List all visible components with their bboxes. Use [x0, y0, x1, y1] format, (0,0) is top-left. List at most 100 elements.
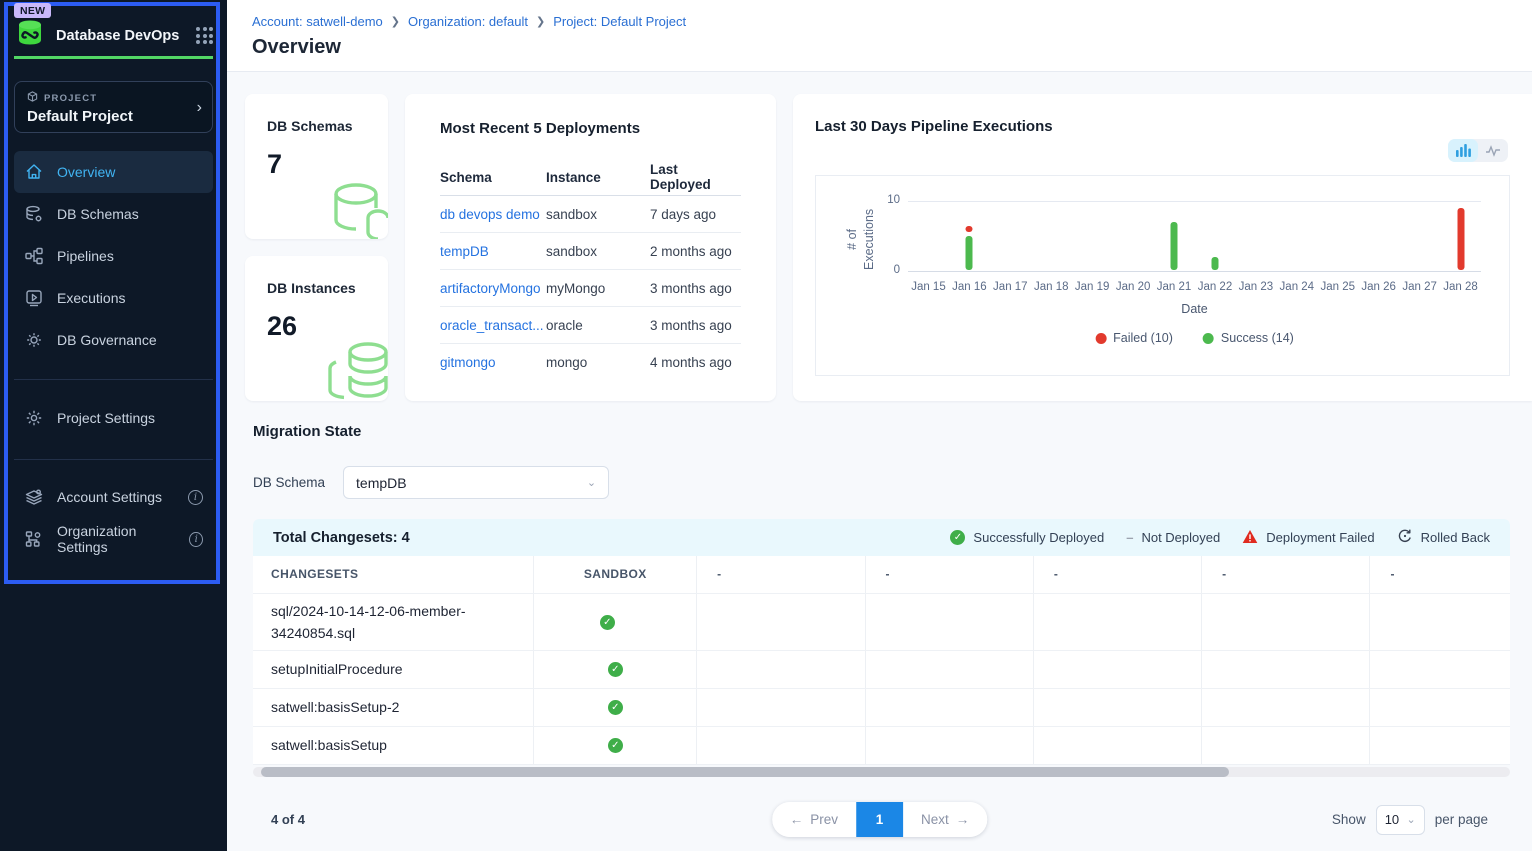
sidebar-item-label: DB Schemas	[57, 206, 139, 222]
legend-label: Failed (10)	[1113, 331, 1173, 345]
column-header-instance: Instance	[546, 170, 650, 185]
database-icon	[326, 178, 388, 239]
changeset-status-cell: ✓	[534, 688, 697, 726]
schema-link[interactable]: tempDB	[440, 244, 546, 259]
sidebar-item-executions[interactable]: Executions	[14, 277, 213, 319]
legend-item[interactable]: Success (14)	[1203, 331, 1294, 345]
line-chart-toggle-icon[interactable]	[1478, 139, 1508, 162]
x-tick: Jan 16	[952, 281, 987, 293]
migration-state-section: Migration State DB Schema tempDB ⌄ Total…	[227, 401, 1532, 835]
sidebar-item-label: Overview	[57, 164, 115, 180]
db-instances-card-title: DB Instances	[267, 280, 388, 296]
column-header-placeholder: -	[1202, 556, 1370, 593]
db-schemas-count: 7	[267, 149, 388, 180]
sidebar-item-pipelines[interactable]: Pipelines	[14, 235, 213, 277]
alert-triangle-icon	[1242, 529, 1258, 547]
horizontal-scrollbar-track[interactable]	[253, 767, 1510, 777]
breadcrumb-organization-link[interactable]: Organization: default	[408, 14, 528, 29]
db-schema-select[interactable]: tempDB ⌄	[343, 466, 609, 499]
column-header-last-deployed: Last Deployed	[650, 162, 741, 192]
last-deployed-cell: 4 months ago	[650, 355, 741, 370]
chart-legend: Failed (10) Success (14)	[1095, 331, 1294, 345]
recent-deployments-table: Schema Instance Last Deployed db devops …	[440, 159, 741, 381]
sidebar-item-label: Account Settings	[57, 489, 162, 505]
changesets-summary-band: Total Changesets: 4 ✓Successfully Deploy…	[253, 519, 1510, 556]
breadcrumb-account-link[interactable]: Account: satwell-demo	[252, 14, 383, 29]
info-icon[interactable]: i	[188, 490, 203, 505]
schema-link[interactable]: artifactoryMongo	[440, 281, 546, 296]
x-tick: Jan 19	[1075, 281, 1110, 293]
app-grid-menu-icon[interactable]	[196, 27, 213, 44]
instance-cell: myMongo	[546, 281, 650, 296]
project-name: Default Project	[27, 108, 200, 125]
last-deployed-cell: 7 days ago	[650, 207, 741, 222]
changeset-status-cell: ✓	[534, 593, 697, 650]
table-row: tempDB sandbox 2 months ago	[440, 233, 741, 270]
info-icon[interactable]: i	[189, 532, 203, 547]
bar-success	[1171, 222, 1178, 270]
x-tick: Jan 25	[1320, 281, 1355, 293]
x-tick: Jan 18	[1034, 281, 1069, 293]
sidebar-item-account-settings[interactable]: Account Settings i	[14, 476, 213, 518]
page-size-select[interactable]: 10 ⌄	[1376, 805, 1425, 835]
recent-deployments-title: Most Recent 5 Deployments	[440, 120, 741, 137]
changeset-name: satwell:basisSetup	[253, 726, 534, 764]
schema-link[interactable]: db devops demo	[440, 207, 546, 222]
x-axis-label: Date	[1181, 302, 1207, 316]
sidebar-item-project-settings[interactable]: Project Settings	[14, 397, 213, 439]
next-label: Next	[921, 812, 949, 827]
bar-failed	[1457, 208, 1464, 270]
project-selector[interactable]: PROJECT Default Project ›	[14, 81, 213, 133]
sidebar-item-organization-settings[interactable]: Organization Settings i	[14, 518, 213, 560]
changeset-name: sql/2024-10-14-12-06-member-34240854.sql	[253, 593, 534, 650]
x-tick: Jan 28	[1443, 281, 1478, 293]
next-page-button[interactable]: Next→	[903, 802, 987, 837]
bar-failed	[966, 226, 973, 232]
table-row: sql/2024-10-14-12-06-member-34240854.sql…	[253, 593, 1510, 650]
cube-icon	[27, 91, 38, 105]
chart-type-toggle	[1448, 139, 1508, 162]
legend-item[interactable]: Failed (10)	[1095, 331, 1173, 345]
legend-label: Successfully Deployed	[973, 530, 1104, 545]
x-tick: Jan 21	[1157, 281, 1192, 293]
db-instances-card: DB Instances 26	[245, 256, 388, 401]
schema-link[interactable]: oracle_transact...	[440, 318, 546, 333]
recent-deployments-card: Most Recent 5 Deployments Schema Instanc…	[405, 94, 776, 401]
sidebar-item-label: DB Governance	[57, 332, 157, 348]
page-number-button[interactable]: 1	[856, 802, 903, 837]
breadcrumb-project-link[interactable]: Project: Default Project	[553, 14, 686, 29]
chevron-right-icon: ›	[197, 99, 202, 117]
sidebar-item-db-schemas[interactable]: DB Schemas	[14, 193, 213, 235]
table-row: gitmongo mongo 4 months ago	[440, 344, 741, 381]
legend-dot-icon	[1095, 333, 1106, 344]
main-content: Account: satwell-demo ❯ Organization: de…	[227, 0, 1532, 851]
instance-cell: oracle	[546, 318, 650, 333]
per-page-label: per page	[1435, 812, 1488, 827]
changeset-name: setupInitialProcedure	[253, 650, 534, 688]
status-legend: ✓Successfully Deployed –Not Deployed Dep…	[950, 528, 1490, 547]
sidebar: NEW Database DevOps PROJECT Default Proj…	[0, 0, 227, 851]
last-deployed-cell: 3 months ago	[650, 318, 741, 333]
prev-page-button[interactable]: ←Prev	[772, 802, 856, 837]
pipeline-chart-plot: # ofExecutions100Jan 15Jan 16Jan 17Jan 1…	[815, 175, 1510, 376]
legend-dot-icon	[1203, 333, 1214, 344]
y-tick-10: 10	[878, 194, 900, 206]
legend-label: Success (14)	[1221, 331, 1294, 345]
sidebar-item-db-governance[interactable]: DB Governance	[14, 319, 213, 361]
rollback-icon	[1397, 528, 1413, 547]
table-row: satwell:basisSetup-2 ✓	[253, 688, 1510, 726]
horizontal-scrollbar-thumb[interactable]	[261, 767, 1229, 777]
sidebar-item-label: Pipelines	[57, 248, 114, 264]
legend-label: Rolled Back	[1421, 530, 1490, 545]
x-tick: Jan 27	[1402, 281, 1437, 293]
legend-label: Not Deployed	[1141, 530, 1220, 545]
pipeline-executions-title: Last 30 Days Pipeline Executions	[815, 118, 1510, 135]
page-title: Overview	[252, 36, 1532, 59]
sidebar-item-overview[interactable]: Overview	[14, 151, 213, 193]
changesets-table: CHANGESETS SANDBOX - - - - - - sql/2024-…	[253, 556, 1510, 765]
database-stack-icon	[326, 338, 388, 401]
check-circle-icon: ✓	[608, 662, 623, 677]
bar-chart-toggle-icon[interactable]	[1448, 139, 1478, 162]
schema-link[interactable]: gitmongo	[440, 355, 546, 370]
x-tick: Jan 22	[1198, 281, 1233, 293]
